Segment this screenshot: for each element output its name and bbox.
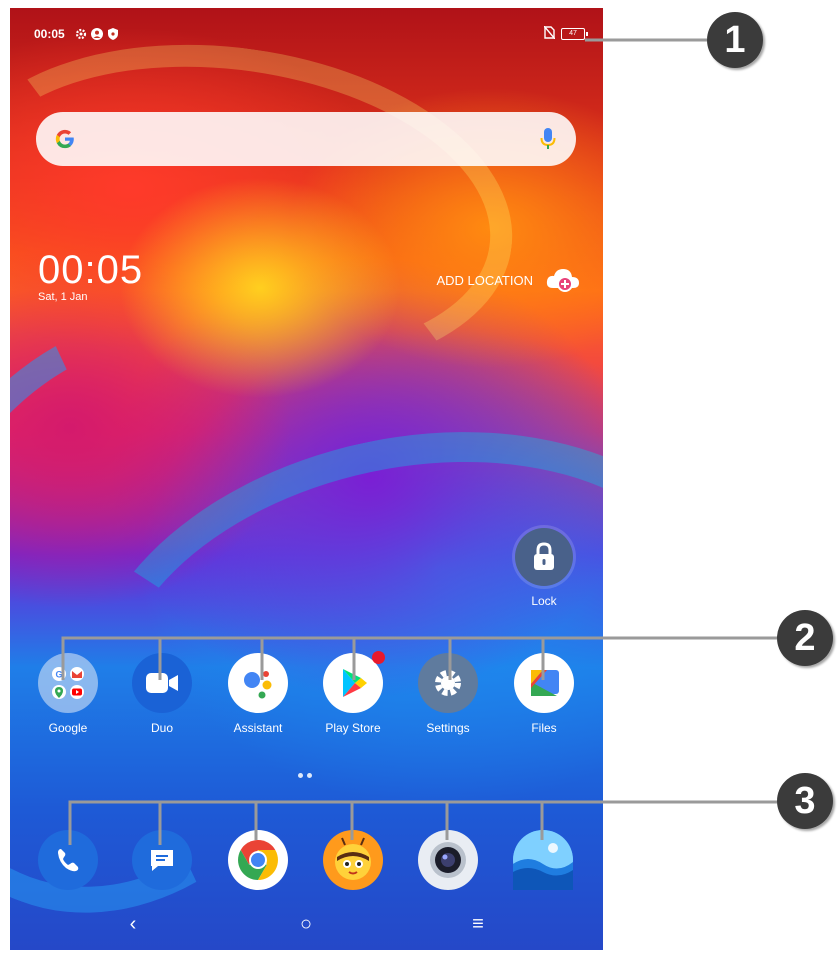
callout-lines — [61, 38, 777, 845]
callout-2: 2 — [777, 610, 833, 666]
callout-1: 1 — [707, 12, 763, 68]
callout-3: 3 — [777, 773, 833, 829]
